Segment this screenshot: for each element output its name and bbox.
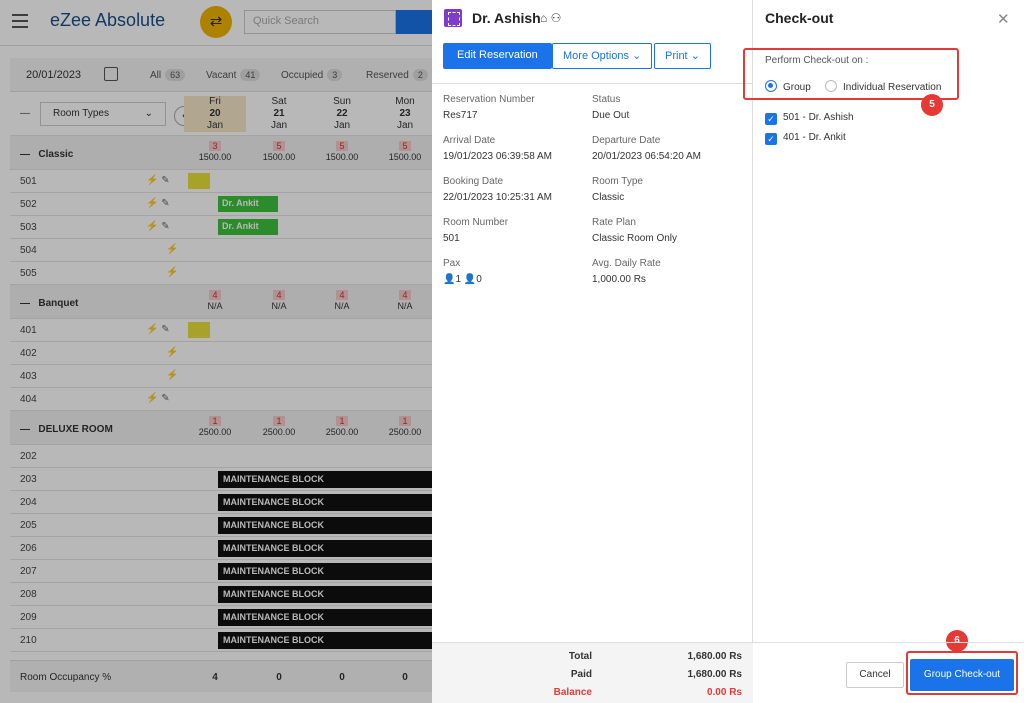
checkbox-checked-icon: ✓ (765, 133, 777, 145)
perform-checkout-label: Perform Check-out on : (765, 55, 869, 66)
modal-overlay[interactable] (0, 0, 432, 703)
child-icon: 👤 (463, 274, 477, 285)
reservation-header: Dr. Ashish ⌂ ⚇ Edit Reservation More Opt… (432, 0, 753, 84)
field-pax: Pax 👤1 👤0 (443, 258, 482, 285)
group-checkout-button[interactable]: Group Check-out (910, 659, 1014, 691)
totals-footer: Total 1,680.00 Rs Paid 1,680.00 Rs Balan… (432, 642, 753, 703)
field-room-type: Room Type Classic (592, 176, 643, 203)
radio-group[interactable]: Group (765, 80, 811, 93)
radio-selected-icon (765, 80, 777, 92)
more-options-button[interactable]: More Options ⌄ (552, 43, 653, 69)
panel-title: Check-out (765, 10, 834, 26)
field-rate-plan: Rate Plan Classic Room Only (592, 217, 678, 244)
cancel-button[interactable]: Cancel (846, 662, 904, 688)
checkbox-checked-icon: ✓ (765, 113, 777, 125)
chevron-down-icon: ⌄ (632, 50, 642, 62)
field-avg-daily-rate: Avg. Daily Rate 1,000.00 Rs (592, 258, 661, 285)
field-room-number: Room Number 501 (443, 217, 509, 244)
adult-icon: 👤 (443, 274, 456, 285)
field-departure-date: Departure Date 20/01/2023 06:54:20 AM (592, 135, 701, 162)
field-booking-date: Booking Date 22/01/2023 10:25:31 AM (443, 176, 552, 203)
field-arrival-date: Arrival Date 19/01/2023 06:39:58 AM (443, 135, 552, 162)
radio-individual-reservation[interactable]: Individual Reservation (825, 80, 941, 93)
guest-icons: ⌂ ⚇ (540, 11, 562, 25)
close-icon[interactable]: ✕ (997, 10, 1010, 28)
checkout-footer: Cancel Group Check-out (753, 642, 1024, 703)
guest-name: Dr. Ashish (472, 10, 541, 26)
building-icon (444, 9, 462, 27)
reservation-panel: Dr. Ashish ⌂ ⚇ Edit Reservation More Opt… (432, 0, 753, 703)
field-reservation-number: Reservation Number Res717 (443, 94, 535, 121)
print-button[interactable]: Print ⌄ (654, 43, 711, 69)
checkbox-room-501[interactable]: ✓ 501 - Dr. Ashish (765, 112, 854, 125)
chevron-down-icon: ⌄ (690, 50, 700, 62)
field-status: Status Due Out (592, 94, 630, 121)
step-5-badge: 5 (921, 94, 943, 116)
checkout-panel: Check-out ✕ Perform Check-out on : Group… (743, 0, 1024, 703)
edit-reservation-button[interactable]: Edit Reservation (443, 43, 552, 69)
checkbox-room-401[interactable]: ✓ 401 - Dr. Ankit (765, 132, 846, 145)
radio-unselected-icon (825, 80, 837, 92)
